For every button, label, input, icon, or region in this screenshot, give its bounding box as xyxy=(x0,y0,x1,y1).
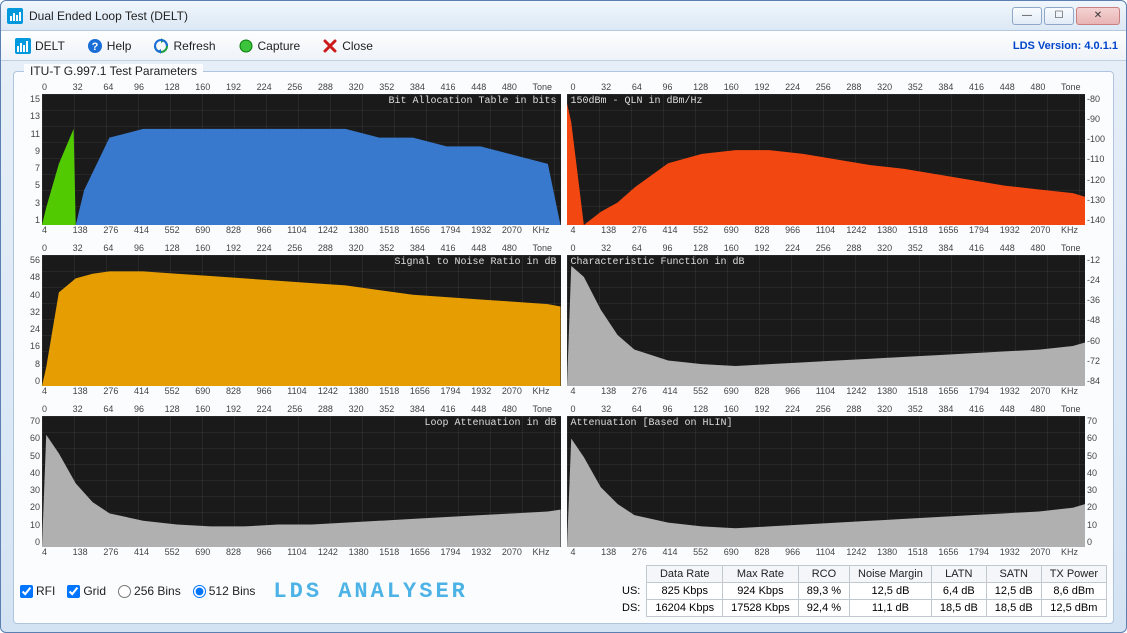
help-label: Help xyxy=(107,39,132,53)
stats-cell: 92,4 % xyxy=(798,600,849,617)
close-label: Close xyxy=(342,39,373,53)
app-icon xyxy=(7,8,23,24)
plot-area: Signal to Noise Ratio in dB xyxy=(42,255,561,386)
help-icon: ? xyxy=(87,38,103,54)
stats-cell: 17528 Kbps xyxy=(723,600,799,617)
plot-area: Attenuation [Based on HLIN] xyxy=(567,416,1086,547)
delt-button[interactable]: DELT xyxy=(9,35,71,57)
refresh-button[interactable]: Refresh xyxy=(147,35,221,57)
stats-cell: 12,5 dB xyxy=(850,583,932,600)
charts-grid: 0326496128160192224256288320352384416448… xyxy=(20,82,1107,559)
stats-header: RCO xyxy=(798,566,849,583)
stats-row-label: DS: xyxy=(614,600,647,617)
version-label: LDS Version: 4.0.1.1 xyxy=(1013,40,1118,52)
top-axis: 0326496128160192224256288320352384416448… xyxy=(567,404,1108,416)
y-axis: 15131197531 xyxy=(20,94,42,225)
help-button[interactable]: ? Help xyxy=(81,35,138,57)
top-axis: 0326496128160192224256288320352384416448… xyxy=(567,82,1108,94)
maximize-button[interactable]: ☐ xyxy=(1044,7,1074,25)
bins-512-radio[interactable]: 512 Bins xyxy=(193,584,256,598)
window: Dual Ended Loop Test (DELT) — ☐ ✕ DELT ?… xyxy=(0,0,1127,633)
plot-title: Bit Allocation Table in bits xyxy=(388,96,556,107)
stats-header: Noise Margin xyxy=(850,566,932,583)
plot-title: Characteristic Function in dB xyxy=(571,257,745,268)
stats-cell: 11,1 dB xyxy=(850,600,932,617)
chart-loop: 0326496128160192224256288320352384416448… xyxy=(20,404,561,559)
y-axis: 56484032241680 xyxy=(20,255,42,386)
stats-header: LATN xyxy=(931,566,986,583)
group-title: ITU-T G.997.1 Test Parameters xyxy=(24,64,203,78)
delt-icon xyxy=(15,38,31,54)
plot-title: 150dBm - QLN in dBm/Hz xyxy=(571,96,703,107)
stats-header: Data Rate xyxy=(647,566,723,583)
close-button[interactable]: Close xyxy=(316,35,379,57)
capture-button[interactable]: Capture xyxy=(232,35,307,57)
stats-row: DS:16204 Kbps17528 Kbps92,4 %11,1 dB18,5… xyxy=(614,600,1106,617)
plot-area: Characteristic Function in dB xyxy=(567,255,1086,386)
content: ITU-T G.997.1 Test Parameters 0326496128… xyxy=(1,61,1126,632)
plot-area: 150dBm - QLN in dBm/Hz xyxy=(567,94,1086,225)
stats-row-label: US: xyxy=(614,583,647,600)
chart-char: 0326496128160192224256288320352384416448… xyxy=(567,243,1108,398)
y-axis: 706050403020100 xyxy=(1085,416,1107,547)
close-icon xyxy=(322,38,338,54)
y-axis: 706050403020100 xyxy=(20,416,42,547)
stats-header: SATN xyxy=(986,566,1041,583)
chart-bits: 0326496128160192224256288320352384416448… xyxy=(20,82,561,237)
controls: RFI Grid 256 Bins 512 Bins xyxy=(20,584,255,598)
y-axis: -80-90-100-110-120-130-140 xyxy=(1085,94,1107,225)
window-title: Dual Ended Loop Test (DELT) xyxy=(29,9,188,23)
delt-label: DELT xyxy=(35,39,65,53)
bottom-axis: 4138276414552690828966110412421380151816… xyxy=(20,547,561,559)
stats-table: Data RateMax RateRCONoise MarginLATNSATN… xyxy=(614,565,1107,617)
stats-row: US:825 Kbps924 Kbps89,3 %12,5 dB6,4 dB12… xyxy=(614,583,1106,600)
bottom-axis: 4138276414552690828966110412421380151816… xyxy=(20,225,561,237)
stats-cell: 12,5 dB xyxy=(986,583,1041,600)
bins-256-radio[interactable]: 256 Bins xyxy=(118,584,181,598)
stats-cell: 89,3 % xyxy=(798,583,849,600)
stats-cell: 18,5 dB xyxy=(931,600,986,617)
capture-label: Capture xyxy=(258,39,301,53)
toolbar: DELT ? Help Refresh Capture Close LDS Ve… xyxy=(1,31,1126,61)
stats-cell: 18,5 dB xyxy=(986,600,1041,617)
top-axis: 0326496128160192224256288320352384416448… xyxy=(20,404,561,416)
footer-row: RFI Grid 256 Bins 512 Bins LDS ANALYSER … xyxy=(20,565,1107,617)
bottom-axis: 4138276414552690828966110412421380151816… xyxy=(567,547,1108,559)
plot-title: Loop Attenuation in dB xyxy=(424,418,556,429)
window-close-button[interactable]: ✕ xyxy=(1076,7,1120,25)
plot-title: Attenuation [Based on HLIN] xyxy=(571,418,733,429)
stats-cell: 12,5 dBm xyxy=(1041,600,1106,617)
window-controls: — ☐ ✕ xyxy=(1012,7,1120,25)
stats-header: TX Power xyxy=(1041,566,1106,583)
stats-cell: 6,4 dB xyxy=(931,583,986,600)
bottom-axis: 4138276414552690828966110412421380151816… xyxy=(567,225,1108,237)
grid-checkbox[interactable]: Grid xyxy=(67,584,106,598)
bottom-axis: 4138276414552690828966110412421380151816… xyxy=(567,386,1108,398)
top-axis: 0326496128160192224256288320352384416448… xyxy=(20,82,561,94)
plot-title: Signal to Noise Ratio in dB xyxy=(394,257,556,268)
chart-qln: 0326496128160192224256288320352384416448… xyxy=(567,82,1108,237)
stats-header: Max Rate xyxy=(723,566,799,583)
stats-cell: 16204 Kbps xyxy=(647,600,723,617)
logo-text: LDS ANALYSER xyxy=(273,579,467,604)
rfi-checkbox[interactable]: RFI xyxy=(20,584,55,598)
plot-area: Bit Allocation Table in bits xyxy=(42,94,561,225)
stats-cell: 825 Kbps xyxy=(647,583,723,600)
titlebar: Dual Ended Loop Test (DELT) — ☐ ✕ xyxy=(1,1,1126,31)
refresh-label: Refresh xyxy=(173,39,215,53)
chart-hlin: 0326496128160192224256288320352384416448… xyxy=(567,404,1108,559)
bottom-axis: 4138276414552690828966110412421380151816… xyxy=(20,386,561,398)
y-axis: -12-24-36-48-60-72-84 xyxy=(1085,255,1107,386)
parameters-group: ITU-T G.997.1 Test Parameters 0326496128… xyxy=(13,71,1114,624)
top-axis: 0326496128160192224256288320352384416448… xyxy=(567,243,1108,255)
chart-snr: 0326496128160192224256288320352384416448… xyxy=(20,243,561,398)
plot-area: Loop Attenuation in dB xyxy=(42,416,561,547)
svg-text:?: ? xyxy=(91,41,98,53)
capture-icon xyxy=(238,38,254,54)
stats-cell: 8,6 dBm xyxy=(1041,583,1106,600)
minimize-button[interactable]: — xyxy=(1012,7,1042,25)
stats-cell: 924 Kbps xyxy=(723,583,799,600)
refresh-icon xyxy=(153,38,169,54)
top-axis: 0326496128160192224256288320352384416448… xyxy=(20,243,561,255)
